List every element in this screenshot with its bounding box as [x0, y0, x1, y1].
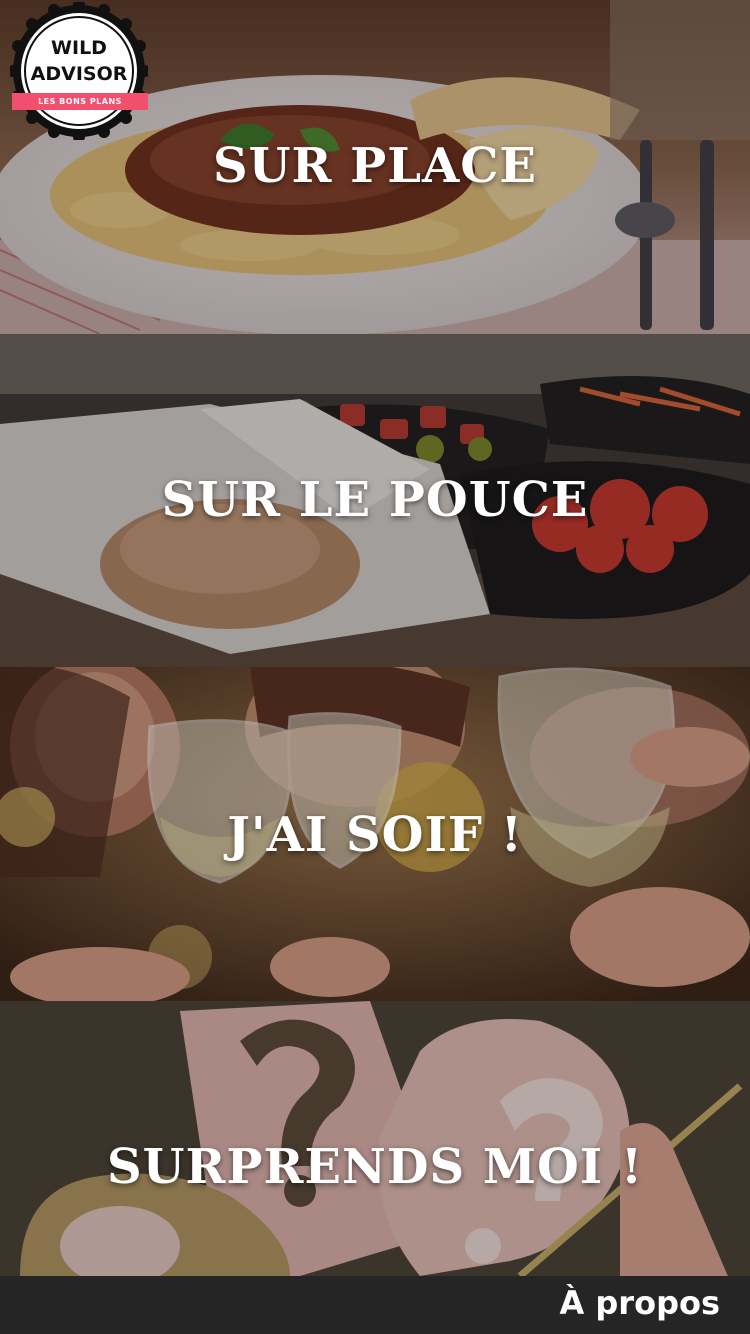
category-label: SUR PLACE — [213, 138, 537, 194]
category-jai-soif[interactable]: J'AI SOIF ! — [0, 667, 750, 1001]
category-label: J'AI SOIF ! — [227, 807, 523, 863]
category-label: SUR LE POUCE — [161, 472, 589, 528]
logo-tagline: LES BONS PLANS — [12, 93, 148, 110]
category-sur-le-pouce[interactable]: SUR LE POUCE — [0, 334, 750, 667]
app-screen: SUR PLACE SUR LE POUCE J'AI SOIF ! SURPR… — [0, 0, 750, 1334]
category-surprends-moi[interactable]: SURPRENDS MOI ! — [0, 1001, 750, 1276]
logo-text-line1: WILD — [51, 37, 107, 59]
footer-bar: À propos — [0, 1276, 750, 1334]
wild-advisor-logo[interactable]: WILD ADVISOR LES BONS PLANS — [10, 2, 148, 140]
category-label: SURPRENDS MOI ! — [106, 1139, 644, 1195]
about-link[interactable]: À propos — [559, 1284, 720, 1322]
logo-text-line2: ADVISOR — [30, 63, 128, 85]
